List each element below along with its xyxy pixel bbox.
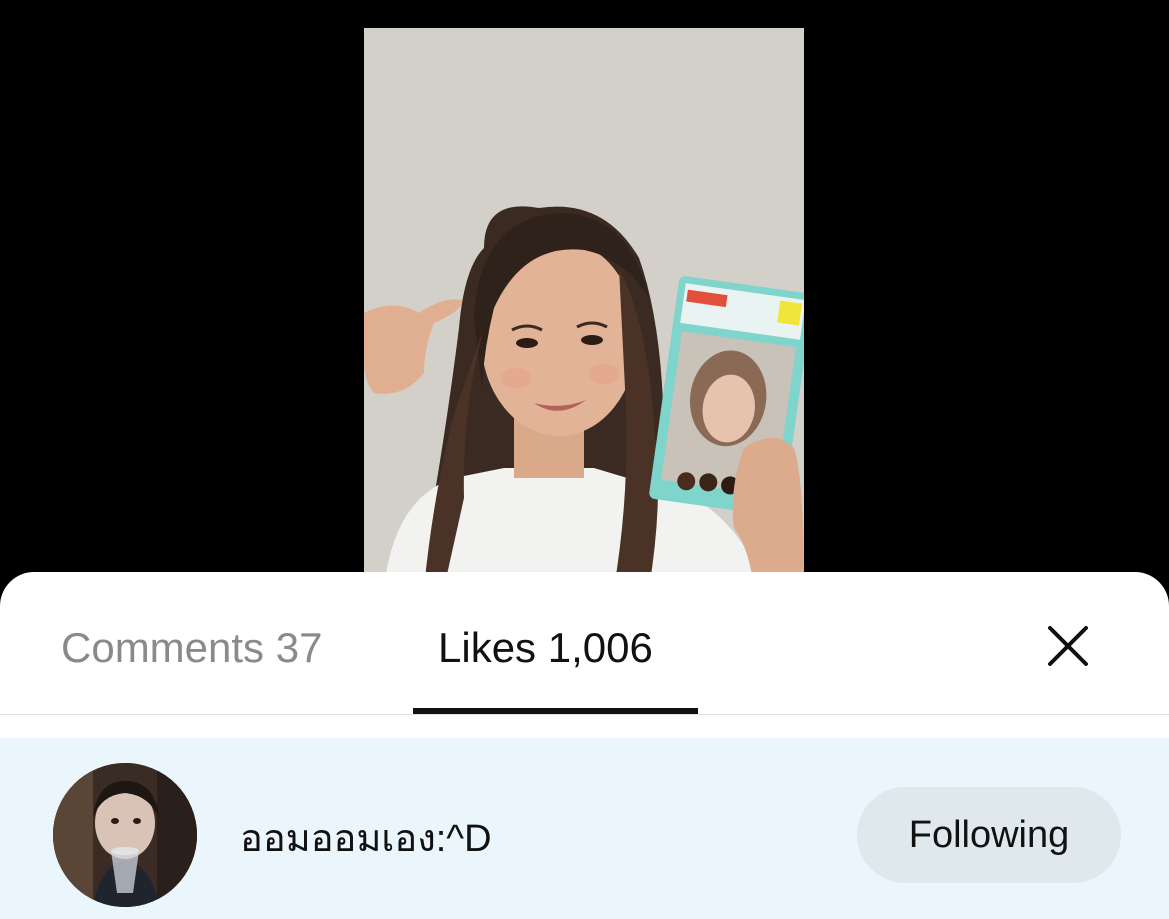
username[interactable]: ออมออมเอง:^D (240, 817, 492, 861)
likes-list: ออมออมเอง:^D Following (0, 738, 1169, 919)
tab-bar: Comments 37 Likes 1,006 (0, 572, 1169, 714)
following-button[interactable]: Following (857, 787, 1121, 883)
close-icon (1048, 626, 1088, 666)
tab-comments[interactable]: Comments 37 (61, 624, 322, 672)
tab-divider (0, 714, 1169, 715)
avatar[interactable] (53, 763, 197, 907)
likes-sheet: Comments 37 Likes 1,006 ออมออมเอง:^D Fol… (0, 572, 1169, 919)
video-frame-image (364, 28, 804, 588)
avatar-image (53, 763, 197, 907)
tab-likes[interactable]: Likes 1,006 (438, 624, 653, 672)
screen: Comments 37 Likes 1,006 ออมออมเอง:^D Fol… (0, 0, 1169, 919)
video-player[interactable] (364, 28, 804, 588)
close-button[interactable] (1040, 618, 1096, 674)
list-item[interactable]: ออมออมเอง:^D Following (0, 738, 1169, 919)
